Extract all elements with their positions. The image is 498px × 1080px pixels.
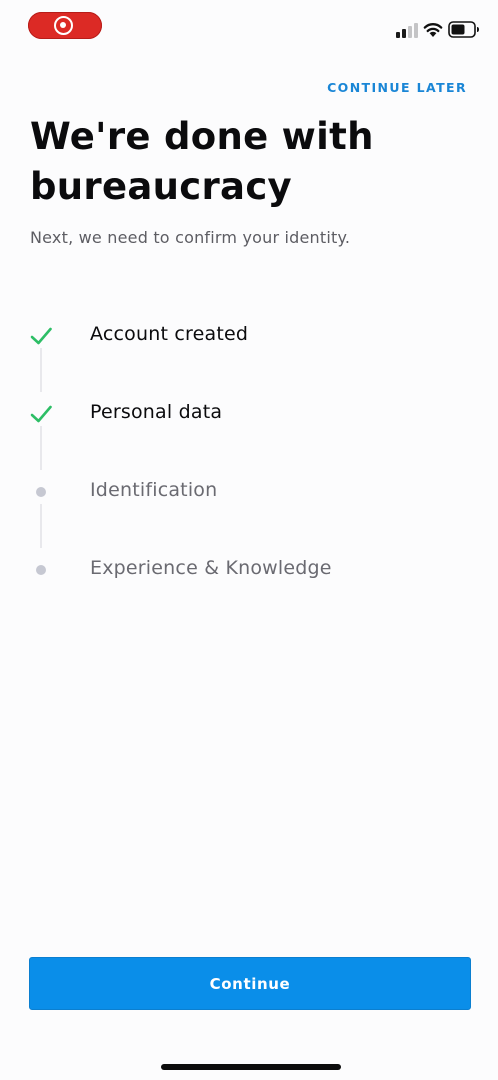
step-account-created: Account created: [0, 310, 498, 362]
record-icon: [54, 16, 73, 35]
page-subtitle: Next, we need to confirm your identity.: [30, 228, 351, 247]
step-label: Account created: [90, 323, 249, 345]
page-title: We're done with bureaucracy: [30, 115, 374, 208]
battery-icon: [448, 21, 479, 38]
status-bar: [0, 0, 498, 50]
continue-later-link[interactable]: CONTINUE LATER: [327, 80, 467, 95]
checkmark-icon: [30, 327, 52, 345]
pending-dot-icon: [36, 565, 46, 575]
cellular-signal-icon: [396, 22, 420, 38]
pending-dot-icon: [36, 487, 46, 497]
step-experience-knowledge: Experience & Knowledge: [0, 544, 498, 596]
wifi-icon: [423, 23, 443, 37]
step-personal-data: Personal data: [0, 388, 498, 440]
checkmark-icon: [30, 405, 52, 423]
home-indicator[interactable]: [161, 1064, 341, 1070]
step-label: Experience & Knowledge: [90, 557, 332, 579]
continue-button[interactable]: Continue: [29, 957, 471, 1010]
step-label: Identification: [90, 479, 218, 501]
step-label: Personal data: [90, 401, 223, 423]
step-identification: Identification: [0, 466, 498, 518]
